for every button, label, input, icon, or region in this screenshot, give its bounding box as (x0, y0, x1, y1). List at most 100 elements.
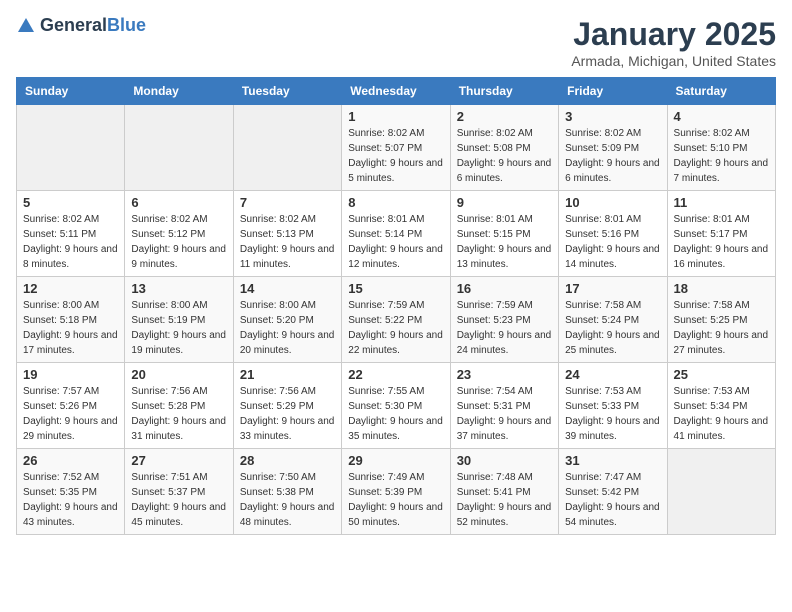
calendar-cell: 12 Sunrise: 8:00 AMSunset: 5:18 PMDayligh… (17, 277, 125, 363)
logo-blue: Blue (107, 15, 146, 35)
calendar-week-row: 19 Sunrise: 7:57 AMSunset: 5:26 PMDayligh… (17, 363, 776, 449)
day-number: 9 (457, 195, 552, 210)
calendar-cell: 19 Sunrise: 7:57 AMSunset: 5:26 PMDayligh… (17, 363, 125, 449)
day-number: 25 (674, 367, 769, 382)
calendar-week-row: 26 Sunrise: 7:52 AMSunset: 5:35 PMDayligh… (17, 449, 776, 535)
weekday-header-wednesday: Wednesday (342, 78, 450, 105)
day-info: Sunrise: 8:02 AMSunset: 5:09 PMDaylight:… (565, 126, 660, 186)
day-info: Sunrise: 8:02 AMSunset: 5:11 PMDaylight:… (23, 212, 118, 272)
weekday-header-tuesday: Tuesday (233, 78, 341, 105)
day-info: Sunrise: 8:02 AMSunset: 5:13 PMDaylight:… (240, 212, 335, 272)
day-info: Sunrise: 8:02 AMSunset: 5:08 PMDaylight:… (457, 126, 552, 186)
day-info: Sunrise: 8:01 AMSunset: 5:15 PMDaylight:… (457, 212, 552, 272)
day-info: Sunrise: 8:00 AMSunset: 5:18 PMDaylight:… (23, 298, 118, 358)
day-info: Sunrise: 7:55 AMSunset: 5:30 PMDaylight:… (348, 384, 443, 444)
calendar-cell: 26 Sunrise: 7:52 AMSunset: 5:35 PMDayligh… (17, 449, 125, 535)
calendar-cell: 20Sunrise: 7:56 AMSunset: 5:28 PMDayligh… (125, 363, 233, 449)
logo: GeneralBlue (16, 16, 146, 36)
day-number: 15 (348, 281, 443, 296)
calendar-cell (667, 449, 775, 535)
weekday-header-saturday: Saturday (667, 78, 775, 105)
day-number: 26 (23, 453, 118, 468)
day-info: Sunrise: 7:53 AMSunset: 5:33 PMDaylight:… (565, 384, 660, 444)
calendar-cell: 28Sunrise: 7:50 AMSunset: 5:38 PMDayligh… (233, 449, 341, 535)
day-info: Sunrise: 8:00 AMSunset: 5:19 PMDaylight:… (131, 298, 226, 358)
day-info: Sunrise: 7:58 AMSunset: 5:24 PMDaylight:… (565, 298, 660, 358)
calendar-cell: 11 Sunrise: 8:01 AMSunset: 5:17 PMDayligh… (667, 191, 775, 277)
day-info: Sunrise: 8:02 AMSunset: 5:12 PMDaylight:… (131, 212, 226, 272)
calendar-cell: 5 Sunrise: 8:02 AMSunset: 5:11 PMDaylight… (17, 191, 125, 277)
calendar-cell: 9 Sunrise: 8:01 AMSunset: 5:15 PMDaylight… (450, 191, 558, 277)
day-number: 11 (674, 195, 769, 210)
calendar-cell: 21 Sunrise: 7:56 AMSunset: 5:29 PMDayligh… (233, 363, 341, 449)
day-number: 7 (240, 195, 335, 210)
weekday-header-sunday: Sunday (17, 78, 125, 105)
day-number: 2 (457, 109, 552, 124)
day-info: Sunrise: 8:02 AMSunset: 5:10 PMDaylight:… (674, 126, 769, 186)
calendar-week-row: 5 Sunrise: 8:02 AMSunset: 5:11 PMDaylight… (17, 191, 776, 277)
calendar-cell: 2 Sunrise: 8:02 AMSunset: 5:08 PMDaylight… (450, 105, 558, 191)
day-info: Sunrise: 7:51 AMSunset: 5:37 PMDaylight:… (131, 470, 226, 530)
logo-icon (16, 16, 36, 36)
day-number: 31 (565, 453, 660, 468)
day-number: 30 (457, 453, 552, 468)
calendar-cell: 1 Sunrise: 8:02 AMSunset: 5:07 PMDaylight… (342, 105, 450, 191)
calendar-week-row: 12 Sunrise: 8:00 AMSunset: 5:18 PMDayligh… (17, 277, 776, 363)
day-info: Sunrise: 7:58 AMSunset: 5:25 PMDaylight:… (674, 298, 769, 358)
calendar-cell: 23 Sunrise: 7:54 AMSunset: 5:31 PMDayligh… (450, 363, 558, 449)
calendar-cell: 7 Sunrise: 8:02 AMSunset: 5:13 PMDaylight… (233, 191, 341, 277)
day-number: 23 (457, 367, 552, 382)
day-info: Sunrise: 7:56 AMSunset: 5:29 PMDaylight:… (240, 384, 335, 444)
day-number: 24 (565, 367, 660, 382)
day-number: 19 (23, 367, 118, 382)
calendar-cell: 16 Sunrise: 7:59 AMSunset: 5:23 PMDayligh… (450, 277, 558, 363)
day-number: 20 (131, 367, 226, 382)
day-info: Sunrise: 8:01 AMSunset: 5:16 PMDaylight:… (565, 212, 660, 272)
day-number: 5 (23, 195, 118, 210)
calendar-cell: 3 Sunrise: 8:02 AMSunset: 5:09 PMDaylight… (559, 105, 667, 191)
day-info: Sunrise: 8:01 AMSunset: 5:17 PMDaylight:… (674, 212, 769, 272)
calendar-table: SundayMondayTuesdayWednesdayThursdayFrid… (16, 77, 776, 535)
day-info: Sunrise: 7:54 AMSunset: 5:31 PMDaylight:… (457, 384, 552, 444)
day-info: Sunrise: 7:52 AMSunset: 5:35 PMDaylight:… (23, 470, 118, 530)
day-number: 21 (240, 367, 335, 382)
day-number: 16 (457, 281, 552, 296)
day-number: 6 (131, 195, 226, 210)
day-info: Sunrise: 7:59 AMSunset: 5:23 PMDaylight:… (457, 298, 552, 358)
logo-general: General (40, 15, 107, 35)
calendar-week-row: 1 Sunrise: 8:02 AMSunset: 5:07 PMDaylight… (17, 105, 776, 191)
weekday-header-friday: Friday (559, 78, 667, 105)
day-info: Sunrise: 8:01 AMSunset: 5:14 PMDaylight:… (348, 212, 443, 272)
day-number: 12 (23, 281, 118, 296)
calendar-cell: 31 Sunrise: 7:47 AMSunset: 5:42 PMDayligh… (559, 449, 667, 535)
day-info: Sunrise: 8:00 AMSunset: 5:20 PMDaylight:… (240, 298, 335, 358)
day-number: 27 (131, 453, 226, 468)
weekday-header-thursday: Thursday (450, 78, 558, 105)
day-number: 3 (565, 109, 660, 124)
day-info: Sunrise: 7:57 AMSunset: 5:26 PMDaylight:… (23, 384, 118, 444)
calendar-cell: 30Sunrise: 7:48 AMSunset: 5:41 PMDayligh… (450, 449, 558, 535)
weekday-header-monday: Monday (125, 78, 233, 105)
day-number: 22 (348, 367, 443, 382)
calendar-cell: 10 Sunrise: 8:01 AMSunset: 5:16 PMDayligh… (559, 191, 667, 277)
calendar-cell: 6 Sunrise: 8:02 AMSunset: 5:12 PMDaylight… (125, 191, 233, 277)
day-info: Sunrise: 8:02 AMSunset: 5:07 PMDaylight:… (348, 126, 443, 186)
calendar-cell (233, 105, 341, 191)
day-number: 13 (131, 281, 226, 296)
calendar-cell: 22 Sunrise: 7:55 AMSunset: 5:30 PMDayligh… (342, 363, 450, 449)
day-info: Sunrise: 7:47 AMSunset: 5:42 PMDaylight:… (565, 470, 660, 530)
calendar-cell: 29 Sunrise: 7:49 AMSunset: 5:39 PMDayligh… (342, 449, 450, 535)
calendar-cell (17, 105, 125, 191)
day-number: 4 (674, 109, 769, 124)
day-number: 1 (348, 109, 443, 124)
location: Armada, Michigan, United States (571, 53, 776, 69)
calendar-cell: 4 Sunrise: 8:02 AMSunset: 5:10 PMDaylight… (667, 105, 775, 191)
calendar-cell: 18Sunrise: 7:58 AMSunset: 5:25 PMDayligh… (667, 277, 775, 363)
calendar-cell: 27 Sunrise: 7:51 AMSunset: 5:37 PMDayligh… (125, 449, 233, 535)
day-info: Sunrise: 7:49 AMSunset: 5:39 PMDaylight:… (348, 470, 443, 530)
day-number: 14 (240, 281, 335, 296)
day-number: 29 (348, 453, 443, 468)
calendar-body: 1 Sunrise: 8:02 AMSunset: 5:07 PMDaylight… (17, 105, 776, 535)
day-number: 10 (565, 195, 660, 210)
calendar-cell: 25Sunrise: 7:53 AMSunset: 5:34 PMDayligh… (667, 363, 775, 449)
